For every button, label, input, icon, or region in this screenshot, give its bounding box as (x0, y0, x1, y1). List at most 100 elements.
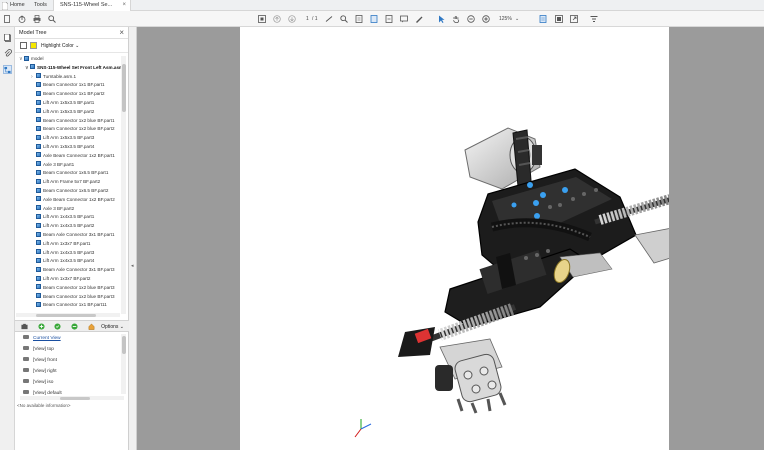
print-icon[interactable] (32, 14, 42, 24)
zoom-level[interactable]: 125% (499, 15, 512, 23)
previous-page-icon[interactable] (272, 14, 282, 24)
tab-home[interactable]: Home (6, 0, 29, 11)
view-item[interactable]: Current View (23, 333, 61, 344)
pages-icon[interactable] (3, 33, 12, 42)
tree-item[interactable]: Lift Arm 1x4x3.5 BF.part2 (31, 222, 94, 231)
panel-splitter[interactable]: ◂ (129, 27, 137, 450)
tree-item[interactable]: ∨ SNS-115-Wheel Set Front Left Asm.asm (25, 64, 123, 73)
tree-item[interactable]: Beam Connector 1x1 BF.part11 (31, 301, 107, 310)
part-icon (36, 240, 41, 246)
tree-item[interactable]: Lift Arm 1x3x7 BF.part1 (31, 240, 91, 249)
camera-icon (23, 390, 29, 394)
properties-info: <No available information> (17, 403, 71, 408)
tree-item[interactable]: Axle 3 BF.part2 (31, 205, 74, 214)
tree-item[interactable]: Beam Connector 1x6.5 BF.part1 (31, 169, 108, 178)
thumbnail-icon[interactable] (257, 14, 267, 24)
tree-item[interactable]: Lift Arm 1x5x3.5 BF.part1 (31, 99, 94, 108)
tree-item[interactable]: Beam Connector 1x6.5 BF.part2 (31, 187, 108, 196)
tree-item[interactable]: Axle 3 BF.part1 (31, 161, 74, 170)
tree-item-label: Lift Arm 1x3x7 BF.part1 (43, 240, 91, 246)
tree-vertical-scrollbar[interactable] (121, 56, 126, 314)
more-tools-icon[interactable] (589, 14, 599, 24)
zoom-in-icon[interactable] (481, 14, 491, 24)
rotate-icon[interactable] (384, 14, 394, 24)
camera-icon[interactable] (21, 323, 28, 330)
sign-icon[interactable] (414, 14, 424, 24)
options-menu[interactable]: Options ⌄ (101, 324, 124, 330)
tree-item[interactable]: Lift Arm 1x4x3.5 BF.part3 (31, 249, 94, 258)
part-icon (36, 143, 41, 149)
fit-page-icon[interactable] (354, 14, 364, 24)
comment-icon[interactable] (399, 14, 409, 24)
attachment-icon[interactable] (3, 48, 12, 57)
tree-item[interactable]: Beam Axle Connector 3x1 BF.part3 (31, 266, 115, 275)
view-item[interactable]: [View] front (23, 355, 57, 366)
update-view-icon[interactable] (54, 323, 61, 330)
tree-item[interactable]: Axle Beam Connector 1x2 BF.part2 (31, 196, 115, 205)
tab-tools[interactable]: Tools (30, 0, 51, 11)
close-icon[interactable]: × (119, 28, 124, 37)
tree-item[interactable]: Beam Connector 1x2 blue BF.part1 (31, 117, 115, 126)
close-tab-icon[interactable]: × (122, 0, 126, 11)
hand-tool-icon[interactable] (324, 14, 334, 24)
3d-model-viewport[interactable] (240, 27, 669, 450)
full-screen-icon[interactable] (569, 14, 579, 24)
view-item[interactable]: [View] top (23, 344, 54, 355)
part-icon (36, 222, 41, 228)
highlight-color-dropdown[interactable]: Highlight Color ⌄ (41, 43, 79, 49)
page-display-icon[interactable] (538, 14, 548, 24)
fit-width-icon[interactable] (369, 14, 379, 24)
scrollbar-thumb[interactable] (36, 313, 96, 317)
delete-view-icon[interactable] (71, 323, 78, 330)
scrollbar-thumb[interactable] (60, 396, 90, 400)
read-mode-icon[interactable] (554, 14, 564, 24)
part-icon (36, 134, 41, 140)
chevron-down-icon[interactable]: ⌄ (515, 15, 519, 23)
page-number-field[interactable]: 1 (306, 15, 309, 23)
upload-icon[interactable] (17, 14, 27, 24)
tree-item[interactable]: Beam Connector 1x1 BF.part2 (31, 90, 105, 99)
create-icon[interactable] (2, 14, 12, 24)
add-view-icon[interactable] (38, 323, 45, 330)
collapse-panel-icon[interactable]: ◂ (131, 263, 134, 269)
view-item[interactable]: [View] right (23, 366, 57, 377)
tree-item[interactable]: Lift Arm 1x5x3.5 BF.part4 (31, 143, 94, 152)
view-item-label: [View] top (33, 347, 54, 352)
select-cursor-icon[interactable] (436, 14, 446, 24)
tree-item[interactable]: Beam Connector 1x1 BF.part1 (31, 81, 105, 90)
tree-item[interactable]: Lift Arm 1x5x3.5 BF.part3 (31, 134, 94, 143)
tree-item[interactable]: Axle Beam Connector 1x2 BF.part1 (31, 152, 115, 161)
tree-item[interactable]: › Turntable.asm.1 (31, 73, 76, 82)
scrollbar-thumb[interactable] (121, 64, 126, 112)
home-view-icon[interactable] (88, 323, 95, 330)
tree-item[interactable]: Lift Arm 1x4x3.5 BF.part4 (31, 257, 94, 266)
tree-item[interactable]: Lift Arm 1x5x3.5 BF.part2 (31, 108, 94, 117)
tree-item[interactable]: Beam Connector 1x2 blue BF.part2 (31, 125, 115, 134)
highlight-color-swatch[interactable] (30, 42, 37, 49)
zoom-out-icon[interactable] (466, 14, 476, 24)
model-tree-icon[interactable] (3, 65, 12, 74)
tree-item[interactable]: Beam Axle Connector 3x1 BF.part1 (31, 231, 115, 240)
part-icon (36, 99, 41, 105)
scrollbar-thumb[interactable] (121, 336, 126, 354)
next-page-icon[interactable] (287, 14, 297, 24)
zoom-search-icon[interactable] (339, 14, 349, 24)
search-icon[interactable] (47, 14, 57, 24)
panel-header: Model Tree × (15, 27, 128, 39)
tree-item[interactable]: Lift Arm 1x4x3.5 BF.part1 (31, 213, 94, 222)
tab-document[interactable]: SNS-115-Wheel Se... × (53, 0, 131, 11)
tree-item[interactable]: Beam Connector 1x2 blue BF.part3 (31, 284, 115, 293)
tree-item[interactable]: Lift Arm 1x3x7 BF.part2 (31, 275, 91, 284)
part-icon (36, 178, 41, 184)
views-horizontal-scrollbar[interactable] (20, 396, 124, 400)
view-item[interactable]: [View] iso (23, 377, 53, 388)
views-vertical-scrollbar[interactable] (121, 334, 126, 394)
tree-item-label: SNS-115-Wheel Set Front Left Asm.asm (37, 64, 123, 70)
view-item[interactable]: [View] default (23, 388, 62, 395)
tree-item[interactable]: ∨ model (19, 55, 44, 64)
hand-pan-icon[interactable] (451, 14, 461, 24)
tree-item[interactable]: Lift Arm Frame 5x7 BF.part2 (31, 178, 100, 187)
tree-horizontal-scrollbar[interactable] (16, 313, 120, 317)
tree-options-icon[interactable] (20, 42, 27, 49)
tree-item[interactable]: Beam Connector 1x2 blue BF.part3 (31, 293, 115, 302)
